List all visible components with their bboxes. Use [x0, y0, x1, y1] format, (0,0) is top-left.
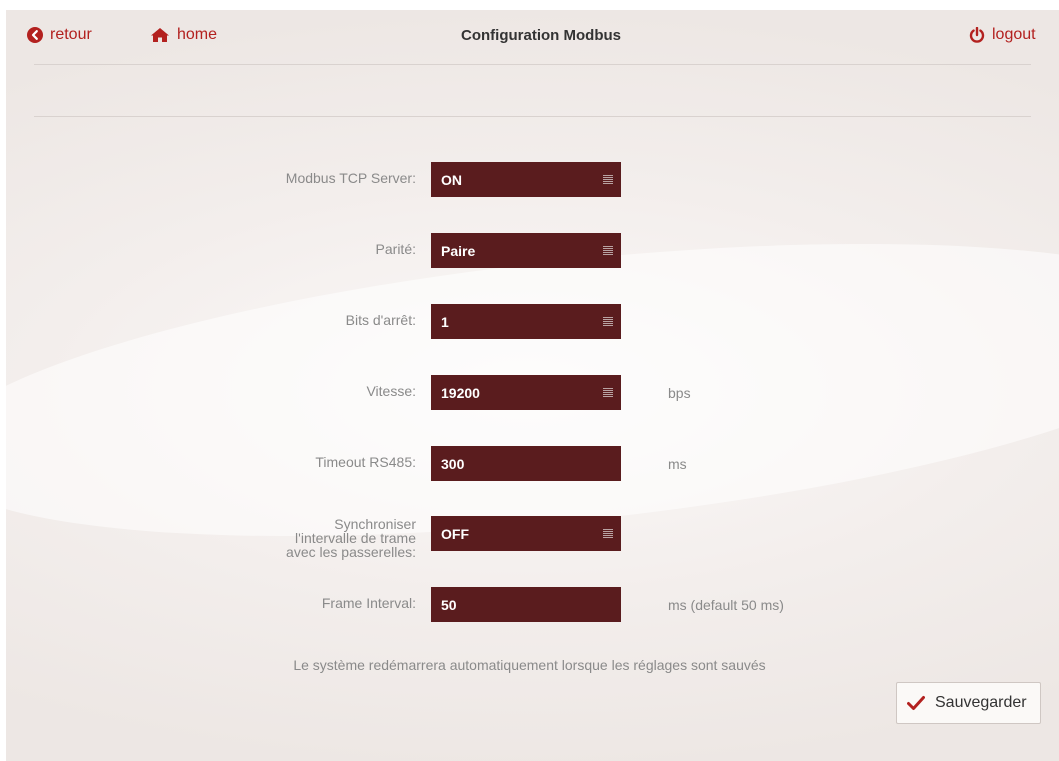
divider — [34, 116, 1031, 117]
list-icon — [603, 246, 613, 255]
stop-bits-value: 1 — [441, 314, 449, 330]
list-icon — [603, 388, 613, 397]
stop-bits-row: Bits d'arrêt: 1 — [6, 304, 1059, 339]
modbus-tcp-value: ON — [441, 172, 462, 188]
list-icon — [603, 175, 613, 184]
save-label: Sauvegarder — [935, 694, 1027, 711]
parity-label: Parité: — [375, 241, 416, 257]
list-icon — [603, 529, 613, 538]
sync-row: Synchroniser l'intervalle de trame avec … — [6, 516, 1059, 559]
speed-unit: bps — [668, 385, 691, 401]
speed-select[interactable]: 19200 — [431, 375, 621, 410]
sync-label: Synchroniser l'intervalle de trame avec … — [286, 517, 416, 559]
parity-select[interactable]: Paire — [431, 233, 621, 268]
timeout-value: 300 — [441, 456, 465, 472]
checkmark-icon — [907, 695, 925, 711]
divider — [34, 64, 1031, 65]
page-title: Configuration Modbus — [461, 27, 621, 44]
parity-row: Parité: Paire — [6, 233, 1059, 268]
sync-select[interactable]: OFF — [431, 516, 621, 551]
frame-interval-label: Frame Interval: — [321, 595, 416, 611]
timeout-row: Timeout RS485: 300 ms — [6, 446, 1059, 481]
modbus-tcp-select[interactable]: ON — [431, 162, 621, 197]
sync-label-line: Synchroniser — [334, 516, 416, 532]
page-frame: retour home Configuration Modbus logout … — [6, 10, 1059, 761]
frame-interval-value: 50 — [441, 597, 457, 613]
stop-bits-label: Bits d'arrêt: — [345, 312, 416, 328]
list-icon — [603, 317, 613, 326]
timeout-input[interactable]: 300 — [431, 446, 621, 481]
power-icon — [969, 27, 985, 43]
frame-interval-input[interactable]: 50 — [431, 587, 621, 622]
sync-label-line: avec les passerelles: — [286, 544, 416, 560]
sync-value: OFF — [441, 526, 469, 542]
modbus-tcp-label: Modbus TCP Server: — [285, 170, 416, 186]
parity-value: Paire — [441, 243, 476, 259]
stop-bits-select[interactable]: 1 — [431, 304, 621, 339]
frame-interval-unit: ms (default 50 ms) — [668, 597, 784, 613]
logout-link[interactable]: logout — [969, 26, 1036, 44]
timeout-unit: ms — [668, 456, 687, 472]
speed-row: Vitesse: 19200 bps — [6, 375, 1059, 410]
speed-label: Vitesse: — [366, 383, 416, 399]
frame-interval-row: Frame Interval: 50 ms (default 50 ms) — [6, 587, 1059, 622]
restart-note: Le système redémarrera automatiquement l… — [293, 657, 766, 673]
top-bar: retour home Configuration Modbus logout — [6, 10, 1059, 64]
timeout-label: Timeout RS485: — [315, 454, 416, 470]
logout-label: logout — [992, 26, 1036, 43]
modbus-tcp-row: Modbus TCP Server: ON — [6, 162, 1059, 197]
speed-value: 19200 — [441, 385, 480, 401]
sync-label-line: l'intervalle de trame — [295, 530, 416, 546]
save-button[interactable]: Sauvegarder — [896, 682, 1041, 724]
